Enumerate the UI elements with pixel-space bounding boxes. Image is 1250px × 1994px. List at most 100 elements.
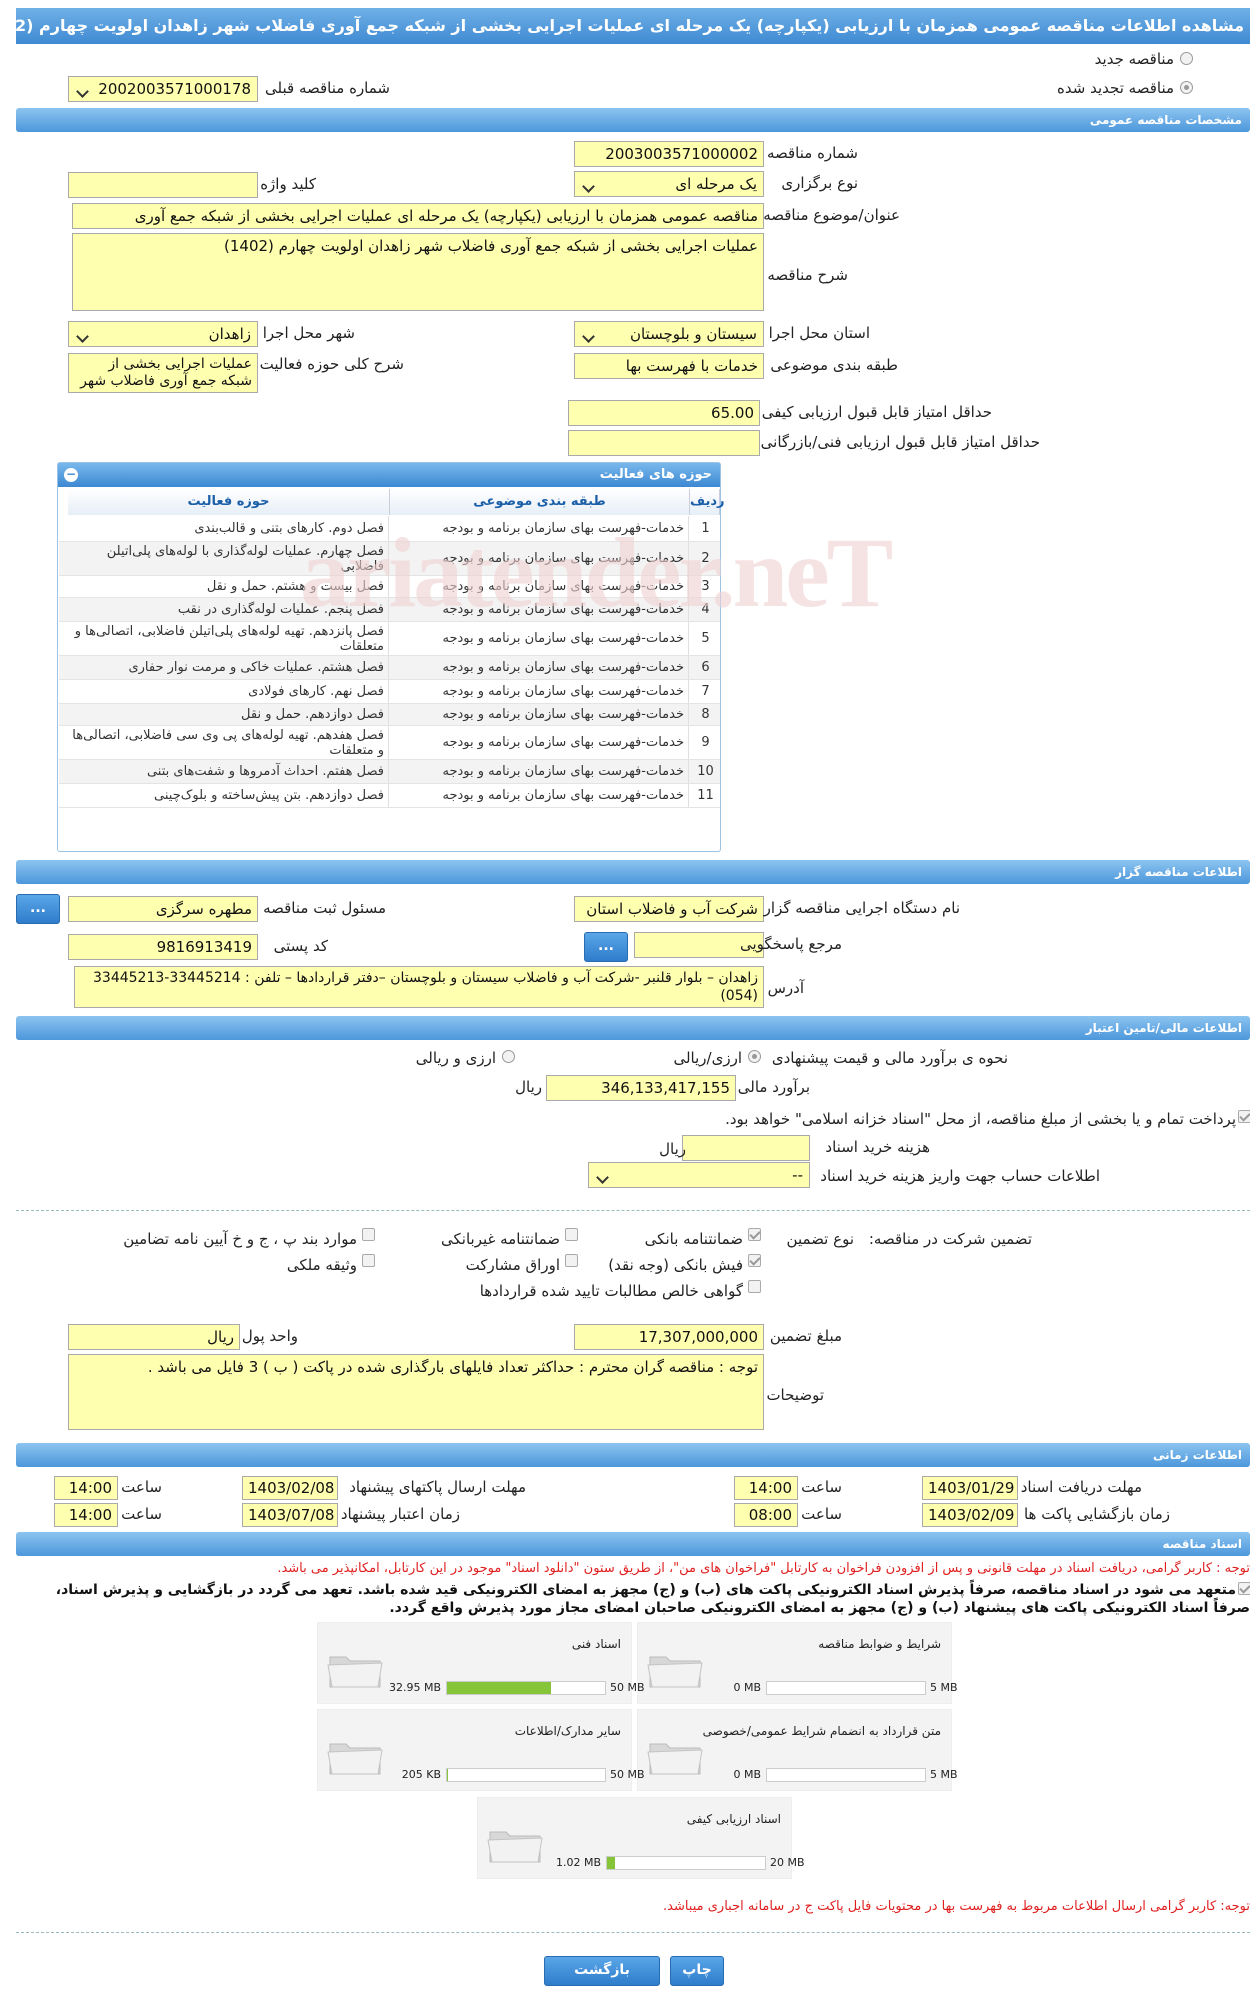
uploaded-size: 32.95 MB	[388, 1681, 441, 1694]
doc-cost-field	[682, 1135, 810, 1161]
print-button[interactable]: چاپ	[670, 1956, 724, 1986]
claims-guarantee-label: گواهی خالص مطالبات تایید شده قراردادها	[479, 1282, 743, 1300]
activity-cell: فصل هشتم. عملیات خاکی و مرمت نوار حفاری	[69, 656, 389, 679]
renewed-tender-radio[interactable]	[1180, 81, 1193, 94]
city-label: شهر محل اجرا	[262, 324, 355, 342]
max-size: 5 MB	[930, 1681, 958, 1694]
document-box[interactable]: متن قرارداد به انضمام شرایط عمومی/خصوصی 0…	[637, 1709, 958, 1791]
prev-number-select[interactable]: 2002003571000178	[68, 76, 258, 102]
document-title: اسناد ارزیابی کیفی	[686, 1812, 781, 1826]
document-box[interactable]: سایر مدارک/اطلاعات 205 KB 50 MB	[317, 1709, 645, 1791]
province-select[interactable]: سیستان و بلوچستان	[574, 321, 764, 347]
upload-progress-bar	[766, 1681, 926, 1695]
min-tech-field	[568, 430, 760, 456]
currency-unit-field: ریال	[68, 1324, 240, 1350]
nonbank-guarantee-label: ضمانتنامه غیربانکی	[441, 1230, 560, 1248]
uploaded-size: 0 MB	[733, 1681, 761, 1694]
activities-panel-header: حوزه های فعالیت −	[58, 463, 720, 487]
activity-cell: فصل هفدهم. تهیه لوله‌های پی وی سی فاضلاب…	[69, 726, 389, 759]
guarantee-amount-field: 17,307,000,000	[574, 1324, 764, 1350]
max-size: 50 MB	[610, 1681, 645, 1694]
upload-progress-bar	[446, 1681, 606, 1695]
category-label: طبقه بندی موضوعی	[770, 356, 898, 374]
city-select[interactable]: زاهدان	[68, 321, 258, 347]
page-title: مشاهده اطلاعات مناقصه عمومی همزمان با ار…	[16, 8, 1250, 44]
document-box[interactable]: اسناد فنی 32.95 MB 50 MB	[317, 1622, 645, 1704]
currency-rial-label: ارزی/ریالی	[673, 1049, 742, 1067]
notes-field: توجه : مناقصه گران محترم : حداکثر تعداد …	[68, 1354, 764, 1430]
category-cell: خدمات-فهرست بهای سازمان برنامه و بودجه	[391, 704, 689, 725]
upload-progress-bar	[766, 1768, 926, 1782]
description-label: شرح مناقصه	[767, 266, 848, 284]
divider	[16, 1932, 1250, 1933]
activity-cell: فصل دوازدهم. حمل و نقل	[69, 704, 389, 725]
max-size: 5 MB	[930, 1768, 958, 1781]
upload-progress-bar	[606, 1856, 766, 1870]
category-cell: خدمات-فهرست بهای سازمان برنامه و بودجه	[391, 784, 689, 807]
uploaded-size: 0 MB	[733, 1768, 761, 1781]
document-box[interactable]: اسناد ارزیابی کیفی 1.02 MB 20 MB	[477, 1797, 805, 1879]
cash-guarantee-checkbox[interactable]	[748, 1254, 761, 1267]
claims-guarantee-checkbox[interactable]	[748, 1280, 761, 1293]
tender-number-label: شماره مناقصه	[766, 144, 858, 162]
keyword-field[interactable]	[68, 172, 258, 198]
estimate-field: 346,133,417,155	[546, 1075, 736, 1101]
category-field: خدمات با فهرست بها	[574, 353, 764, 379]
document-box[interactable]: شرایط و ضوابط مناقصه 0 MB 5 MB	[637, 1622, 958, 1704]
price-list-notice: توجه: کاربر گرامی ارسال اطلاعات مربوط به…	[663, 1899, 1250, 1914]
collapse-icon[interactable]: −	[64, 468, 78, 482]
prev-number-label: شماره مناقصه قبلی	[265, 79, 390, 97]
property-guarantee-checkbox[interactable]	[362, 1254, 375, 1267]
folder-icon	[327, 1743, 383, 1775]
device-label: نام دستگاه اجرایی مناقصه گزار	[763, 899, 960, 917]
upload-progress-fill	[447, 1682, 552, 1694]
items-guarantee-checkbox[interactable]	[362, 1228, 375, 1241]
new-tender-radio[interactable]	[1180, 52, 1193, 65]
subject-field: مناقصه عمومی همزمان با ارزیابی (یکپارچه)…	[72, 203, 764, 229]
doc-cost-label: هزینه خرید اسناد	[825, 1138, 930, 1156]
max-size: 20 MB	[770, 1856, 805, 1869]
back-button[interactable]: بازگشت	[544, 1956, 660, 1986]
nonbank-guarantee-checkbox[interactable]	[565, 1228, 578, 1241]
send-date-field: 1403/02/08	[242, 1476, 338, 1500]
estimate-label: برآورد مالی	[737, 1078, 810, 1096]
treasury-text: پرداخت تمام و یا بخشی از مبلغ مناقصه، از…	[725, 1110, 1236, 1128]
responsible-lookup-button[interactable]: ...	[16, 894, 60, 924]
description-field: عملیات اجرایی بخشی از شبکه جمع آوری فاضل…	[72, 233, 764, 311]
bonds-guarantee-checkbox[interactable]	[565, 1254, 578, 1267]
document-title: شرایط و ضوابط مناقصه	[818, 1637, 941, 1651]
guarantee-amount-label: مبلغ تضمین	[769, 1327, 842, 1345]
device-field: شرکت آب و فاضلاب استان	[574, 896, 764, 922]
treasury-checkbox[interactable]	[1238, 1110, 1250, 1123]
uploaded-size: 1.02 MB	[555, 1856, 601, 1869]
doc-cost-unit: ریال	[659, 1140, 686, 1158]
estimate-unit: ریال	[515, 1078, 542, 1096]
subject-label: عنوان/موضوع مناقصه	[763, 206, 900, 224]
general-section-header: مشخصات مناقصه عمومی	[16, 108, 1250, 132]
max-size: 50 MB	[610, 1768, 645, 1781]
send-time-label: ساعت	[121, 1478, 162, 1496]
document-title: متن قرارداد به انضمام شرایط عمومی/خصوصی	[702, 1724, 941, 1738]
bank-guarantee-label: ضمانتنامه بانکی	[644, 1230, 743, 1248]
commitment-checkbox[interactable]	[1238, 1582, 1250, 1595]
docs-section-header: اسناد مناقصه	[16, 1532, 1250, 1556]
timing-section-header: اطلاعات زمانی	[16, 1443, 1250, 1467]
account-select[interactable]: --	[588, 1162, 810, 1188]
holding-type-select[interactable]: یک مرحله ای	[574, 171, 764, 197]
open-date-label: زمان بازگشایی پاکت ها	[1023, 1505, 1170, 1523]
activity-cell: فصل نهم. کارهای فولادی	[69, 680, 389, 703]
row-number-cell: 10	[697, 764, 714, 779]
renewed-tender-label: مناقصه تجدید شده	[1057, 79, 1174, 97]
folder-icon	[487, 1831, 543, 1863]
currency-and-rial-radio[interactable]	[502, 1050, 515, 1063]
bank-guarantee-checkbox[interactable]	[748, 1228, 761, 1241]
currency-rial-radio[interactable]	[748, 1050, 761, 1063]
row-number-cell: 6	[701, 660, 710, 675]
new-tender-label: مناقصه جدید	[1094, 50, 1174, 68]
folder-icon	[327, 1656, 383, 1688]
open-time-field: 08:00	[734, 1503, 798, 1527]
reference-lookup-button[interactable]: ...	[584, 932, 628, 962]
open-date-field: 1403/02/09	[922, 1503, 1018, 1527]
table-row: 11 خدمات-فهرست بهای سازمان برنامه و بودجه…	[59, 784, 720, 808]
address-label: آدرس	[767, 979, 804, 997]
